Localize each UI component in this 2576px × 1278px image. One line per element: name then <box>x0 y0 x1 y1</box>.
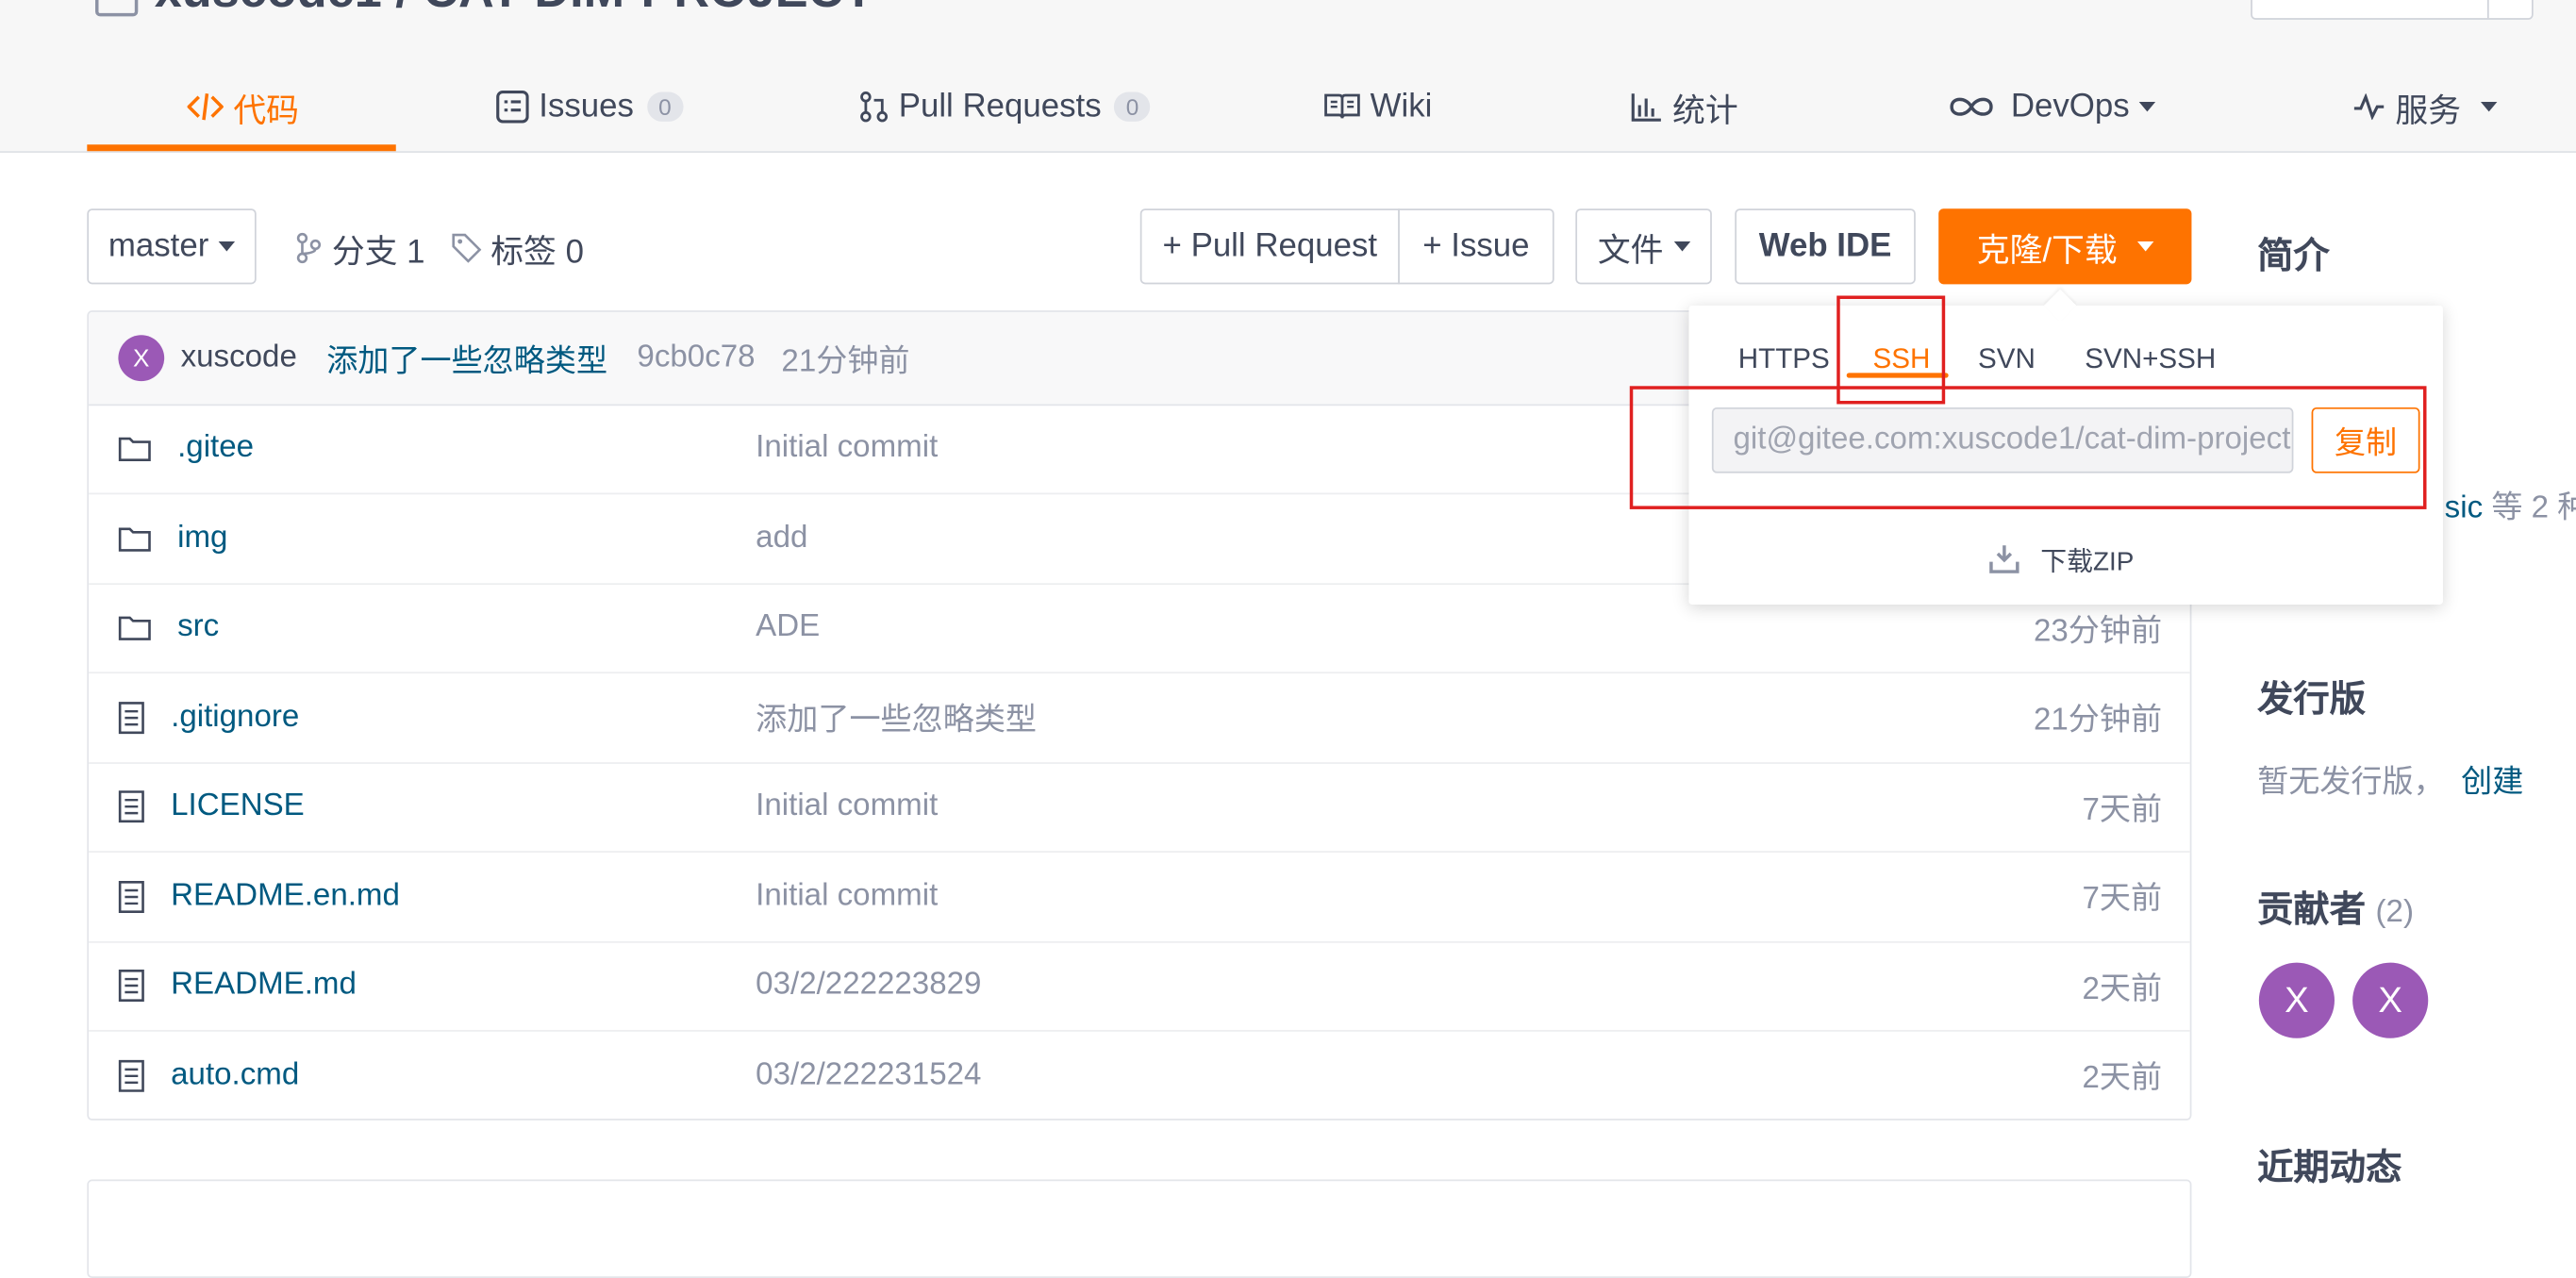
file-name-link[interactable]: README.en.md <box>118 852 400 940</box>
repo-page: xuscode1 / CAT-DIM-PROJECT 代码 Issues0 Pu… <box>0 0 2576 1278</box>
bar-chart-icon <box>1630 91 1663 124</box>
branch-select[interactable]: master <box>87 208 257 285</box>
file-icon <box>118 790 158 823</box>
tab-devops[interactable]: DevOps <box>1949 62 2156 151</box>
watch-button[interactable] <box>2251 0 2534 20</box>
download-icon <box>1989 545 2019 573</box>
contributor-avatar[interactable]: X <box>2258 962 2335 1038</box>
pulse-icon <box>2352 93 2385 121</box>
file-row[interactable]: auto.cmd 03/2/222231524 2天前 <box>89 1031 2190 1119</box>
chevron-down-icon <box>2480 101 2498 112</box>
chevron-down-icon <box>1672 241 1690 252</box>
file-commit-message[interactable]: Initial commit <box>756 852 938 940</box>
release-text: 暂无发行版， 创建 <box>2257 765 2524 801</box>
tab-code[interactable]: 代码 <box>187 62 299 151</box>
clone-url-highlight <box>1629 386 2427 509</box>
new-pull-request-button[interactable]: + Pull Request <box>1139 208 1400 285</box>
file-commit-time: 21分钟前 <box>2033 703 2163 739</box>
contributors-title: 贡献者 (2) <box>2257 888 2415 930</box>
active-tab-indicator <box>87 144 396 152</box>
create-release-link[interactable]: 创建 <box>2461 766 2523 801</box>
intro-title: 简介 <box>2257 235 2330 276</box>
file-commit-message[interactable]: 03/2/222231524 <box>756 1031 981 1119</box>
file-name-link[interactable]: img <box>118 493 227 582</box>
folder-icon <box>118 614 164 640</box>
file-menu-button[interactable]: 文件 <box>1575 208 1712 285</box>
intro-text: sic 等 2 种 <box>2444 490 2576 526</box>
tab-services[interactable]: 服务 <box>2352 62 2498 151</box>
file-name-link[interactable]: src <box>118 583 219 672</box>
file-name-link[interactable]: .gitee <box>118 404 254 492</box>
web-ide-button[interactable]: Web IDE <box>1735 208 1916 285</box>
file-commit-message[interactable]: ADE <box>756 583 820 672</box>
new-issue-button[interactable]: + Issue <box>1398 208 1554 285</box>
pulls-count-badge: 0 <box>1114 91 1151 122</box>
download-zip-link[interactable]: 下载ZIP <box>1987 536 2134 582</box>
file-commit-time: 2天前 <box>2082 1061 2163 1096</box>
clone-download-button[interactable]: 克隆/下载 <box>1938 208 2192 285</box>
file-commit-time: 2天前 <box>2082 971 2163 1006</box>
repo-title[interactable]: xuscode1 / CAT-DIM-PROJECT <box>95 0 873 20</box>
tag-icon <box>451 233 481 263</box>
chevron-down-icon <box>218 241 236 252</box>
repo-header: xuscode1 / CAT-DIM-PROJECT 代码 Issues0 Pu… <box>0 0 2576 153</box>
file-icon <box>118 1058 158 1092</box>
infinity-icon <box>1949 93 1995 120</box>
file-commit-message[interactable]: add <box>756 493 807 582</box>
folder-icon <box>118 436 164 462</box>
commit-hash[interactable]: 9cb0c78 <box>637 340 755 376</box>
avatar[interactable]: X <box>118 335 165 382</box>
code-icon <box>187 92 224 122</box>
tab-pull-requests[interactable]: Pull Requests 0 <box>859 62 1151 151</box>
pull-request-icon <box>859 91 889 124</box>
commit-time: 21分钟前 <box>781 343 910 379</box>
activity-title: 近期动态 <box>2257 1146 2402 1188</box>
tags-link[interactable]: 标签 0 <box>451 224 584 273</box>
repo-icon <box>95 0 139 17</box>
chevron-down-icon <box>2139 101 2156 112</box>
commit-author[interactable]: xuscode <box>181 340 297 376</box>
file-row[interactable]: LICENSE Initial commit 7天前 <box>89 762 2190 853</box>
tab-issues[interactable]: Issues 0 <box>496 62 683 151</box>
branch-icon <box>296 232 322 264</box>
file-commit-message[interactable]: 03/2/222223829 <box>756 941 981 1030</box>
file-row[interactable]: .gitignore 添加了一些忽略类型 21分钟前 <box>89 672 2190 764</box>
file-row[interactable]: README.md 03/2/222223829 2天前 <box>89 941 2190 1032</box>
file-commit-message[interactable]: 添加了一些忽略类型 <box>756 672 1037 761</box>
tab-stats[interactable]: 统计 <box>1630 62 1738 151</box>
file-name-link[interactable]: README.md <box>118 941 357 1030</box>
file-commit-message[interactable]: Initial commit <box>756 404 938 492</box>
file-icon <box>118 701 158 734</box>
file-name-link[interactable]: LICENSE <box>118 762 305 851</box>
file-icon <box>118 970 158 1003</box>
intro-language-link[interactable]: sic <box>2445 491 2483 526</box>
book-icon <box>1324 92 1360 122</box>
file-row[interactable]: README.en.md Initial commit 7天前 <box>89 852 2190 942</box>
readme-box <box>87 1179 2192 1278</box>
release-title: 发行版 <box>2257 678 2367 720</box>
issues-count-badge: 0 <box>646 91 683 122</box>
file-name-link[interactable]: auto.cmd <box>118 1031 299 1119</box>
contributor-avatar[interactable]: X <box>2352 962 2429 1038</box>
chevron-down-icon <box>2136 241 2154 252</box>
issues-icon <box>496 90 529 124</box>
file-commit-time: 7天前 <box>2082 882 2163 917</box>
commit-message[interactable]: 添加了一些忽略类型 <box>326 336 607 380</box>
folder-icon <box>118 524 164 551</box>
dropdown-arrow <box>2043 289 2077 323</box>
file-icon <box>118 880 158 913</box>
branch-info: 分支 1 标签 0 <box>296 225 610 272</box>
file-commit-message[interactable]: Initial commit <box>756 762 938 851</box>
file-name-link[interactable]: .gitignore <box>118 672 299 761</box>
tab-wiki[interactable]: Wiki <box>1324 62 1432 151</box>
branches-link[interactable]: 分支 1 <box>296 224 425 273</box>
file-commit-time: 7天前 <box>2082 792 2163 827</box>
